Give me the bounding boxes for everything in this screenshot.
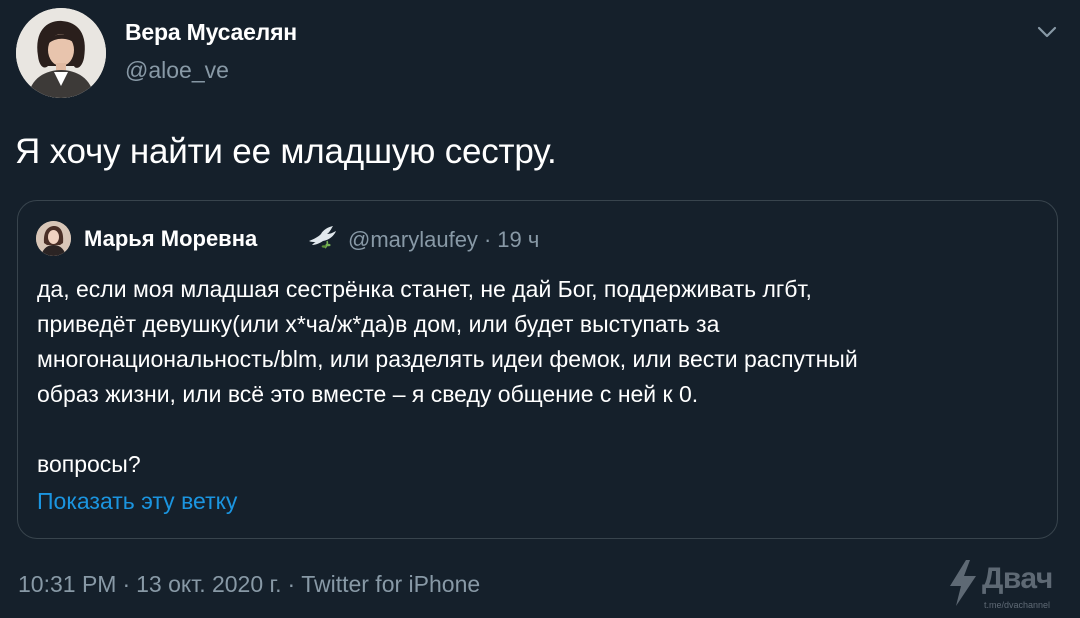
tweet-date[interactable]: 13 окт. 2020 г.	[136, 571, 281, 597]
author-name[interactable]: Вера Мусаелян	[125, 19, 297, 46]
bolt-icon	[950, 560, 976, 606]
tweet-time[interactable]: 10:31 PM	[18, 571, 116, 597]
quoted-text-last: вопросы?	[37, 451, 141, 477]
tweet: Вера Мусаелян @aloe_ve Я хочу найти ее м…	[0, 0, 1080, 618]
chevron-down-icon[interactable]	[1030, 20, 1064, 44]
author-avatar[interactable]	[16, 8, 106, 98]
footer-separator: ·	[122, 571, 131, 597]
watermark-url: t.me/dvachannel	[984, 600, 1051, 610]
quoted-time: 19 ч	[497, 227, 540, 252]
quoted-author-handle: @marylaufey	[348, 227, 478, 252]
quoted-text-line: приведёт девушку(или х*ча/ж*да)в дом, ил…	[37, 311, 720, 337]
quoted-text: да, если моя младшая сестрёнка станет, н…	[37, 272, 1047, 482]
author-handle[interactable]: @aloe_ve	[125, 57, 229, 84]
dove-icon	[306, 221, 338, 253]
footer-separator: ·	[287, 571, 296, 597]
watermark: Двач t.me/dvachannel	[946, 558, 1076, 616]
meta-separator: ·	[483, 227, 492, 252]
tweet-text: Я хочу найти ее младшую сестру.	[15, 132, 557, 171]
quoted-avatar	[36, 221, 71, 256]
author-avatar-image	[16, 8, 106, 98]
quoted-text-line: да, если моя младшая сестрёнка станет, н…	[37, 276, 812, 302]
show-thread-link[interactable]: Показать эту ветку	[37, 488, 237, 515]
quoted-meta: @marylaufey · 19 ч	[348, 227, 539, 253]
quoted-author-name: Марья Моревна	[84, 226, 258, 251]
quoted-text-line: образ жизни, или всё это вместе – я свед…	[37, 381, 699, 407]
tweet-source[interactable]: Twitter for iPhone	[301, 571, 480, 597]
watermark-brand: Двач	[982, 562, 1053, 595]
quoted-text-line: многонациональность/blm, или разделять и…	[37, 346, 858, 372]
quoted-tweet[interactable]: Марья Моревна @marylaufey · 19 ч да, если …	[17, 200, 1058, 539]
tweet-footer: 10:31 PM · 13 окт. 2020 г. · Twitter for iPh…	[18, 571, 480, 598]
